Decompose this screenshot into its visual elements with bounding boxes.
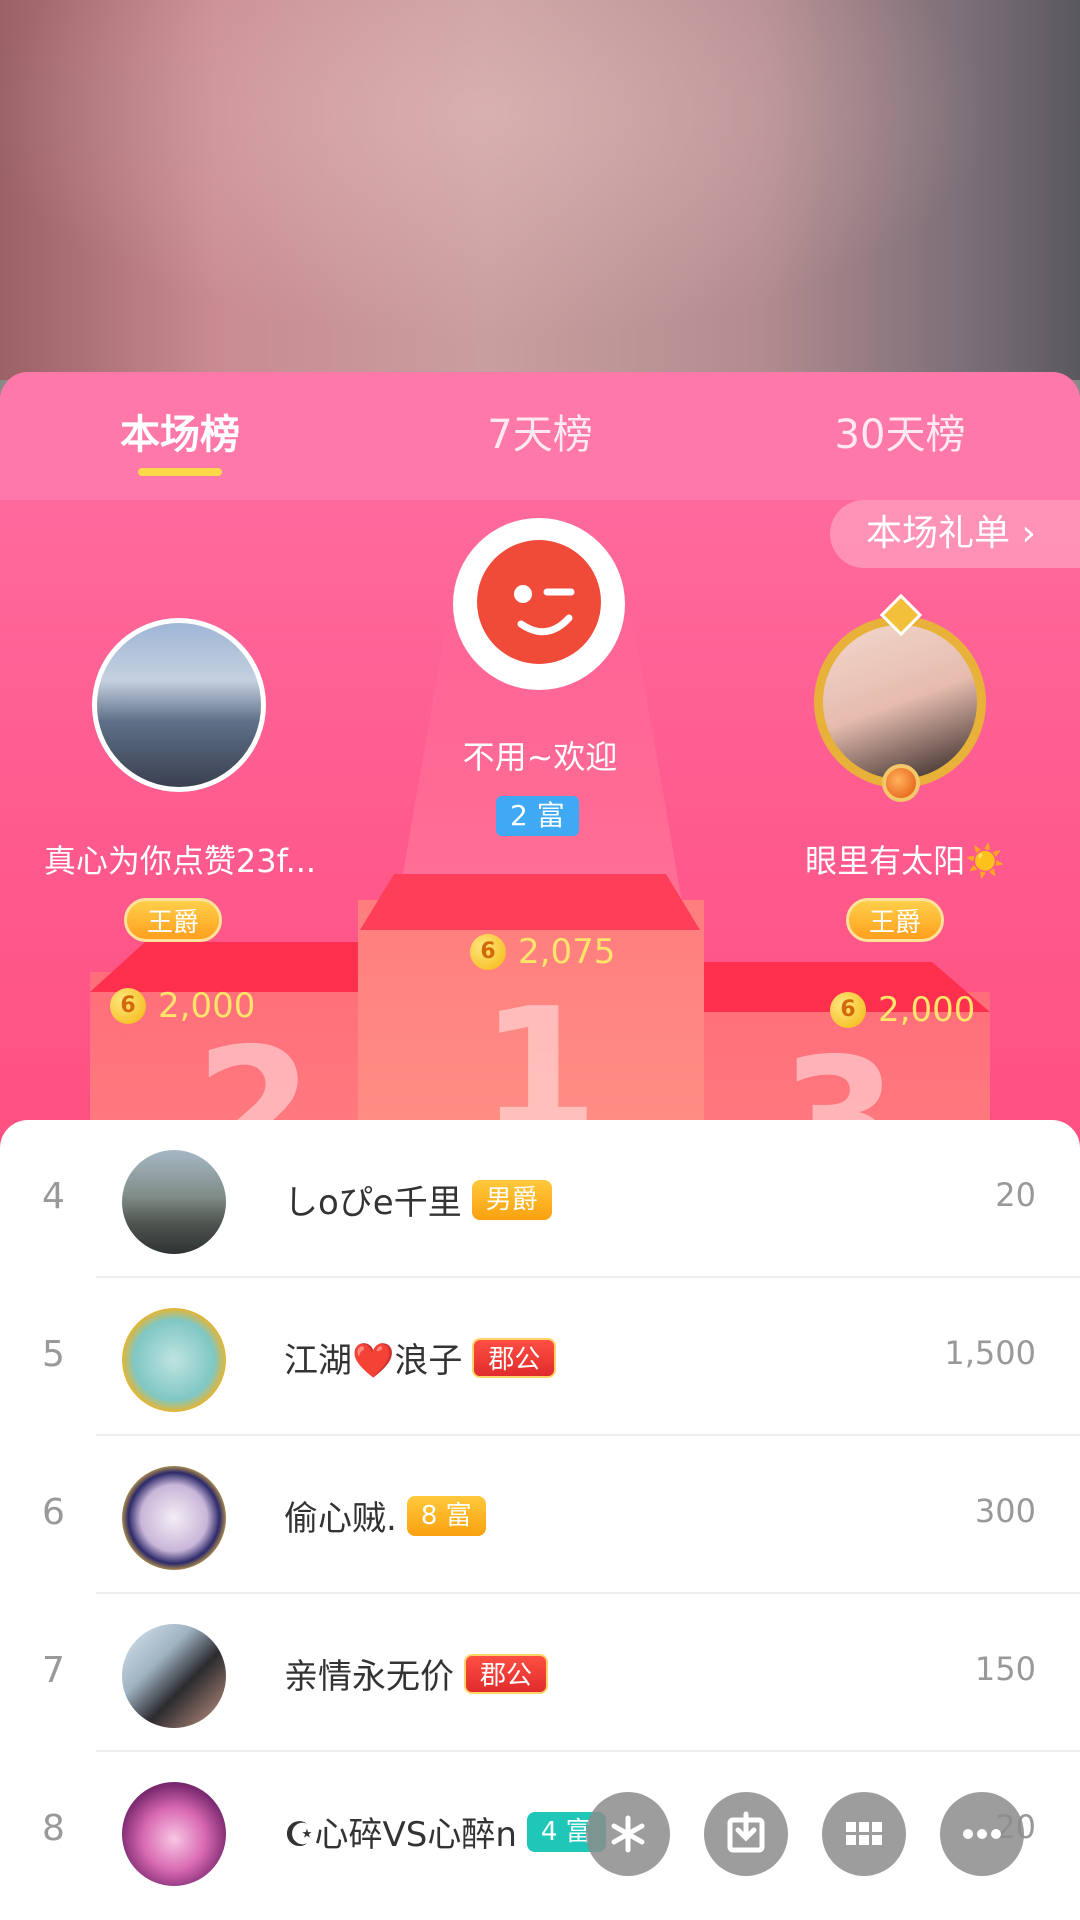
podium-second-top bbox=[90, 942, 365, 992]
more-icon bbox=[963, 1829, 1001, 1839]
third-place-name: 眼里有太阳☀️ bbox=[805, 842, 1005, 880]
active-tab-indicator bbox=[138, 468, 222, 476]
first-place-wealth-badge: 2 富 bbox=[496, 796, 579, 836]
second-place-coins: 6 2,000 bbox=[110, 986, 255, 1026]
wealth-badge: 8 富 bbox=[406, 1495, 486, 1536]
avatar[interactable] bbox=[122, 1466, 226, 1570]
ranking-list: 4 しoぴe千里 男爵 20 5 江湖❤️浪子 郡公 1,500 6 偷心贼. … bbox=[0, 1120, 1080, 1920]
rank-number: 6 bbox=[42, 1492, 65, 1533]
frame-gem-icon bbox=[882, 764, 920, 802]
list-item-name-group: ☪心碎VS心醉n 4 富 bbox=[284, 1807, 606, 1856]
wink-face-icon bbox=[477, 540, 601, 664]
rank-number: 5 bbox=[42, 1334, 65, 1375]
video-background bbox=[0, 0, 1080, 380]
title-badge: 郡公 bbox=[464, 1653, 549, 1694]
first-place-name: 不用~欢迎 bbox=[462, 738, 618, 776]
first-place-coin-value: 2,075 bbox=[518, 932, 616, 972]
third-place-title-badge: 王爵 bbox=[846, 898, 945, 942]
rank-number: 7 bbox=[42, 1650, 65, 1691]
third-place-coins: 6 2,000 bbox=[830, 990, 975, 1030]
more-button[interactable] bbox=[940, 1792, 1024, 1876]
avatar[interactable] bbox=[122, 1624, 226, 1728]
list-item-name: 亲情永无价 bbox=[284, 1657, 454, 1697]
tab-this-session[interactable]: 本场榜 bbox=[50, 402, 310, 460]
list-item-value: 300 bbox=[974, 1492, 1036, 1530]
avatar[interactable] bbox=[122, 1150, 226, 1254]
tab-30-days[interactable]: 30天榜 bbox=[770, 402, 1030, 460]
list-item[interactable]: 6 偷心贼. 8 富 300 bbox=[0, 1436, 1080, 1594]
list-item-name: 偷心贼. bbox=[284, 1499, 397, 1539]
rank-number: 8 bbox=[42, 1808, 65, 1849]
sparkle-icon bbox=[611, 1815, 645, 1853]
list-item-name-group: 江湖❤️浪子 郡公 bbox=[284, 1333, 557, 1382]
avatar[interactable] bbox=[122, 1782, 226, 1886]
list-item[interactable]: 4 しoぴe千里 男爵 20 bbox=[0, 1120, 1080, 1278]
grid-button[interactable] bbox=[822, 1792, 906, 1876]
download-button[interactable] bbox=[704, 1792, 788, 1876]
coin-icon: 6 bbox=[110, 988, 146, 1024]
list-item-name: 江湖❤️浪子 bbox=[284, 1341, 463, 1381]
second-place-title-badge: 王爵 bbox=[124, 898, 223, 942]
coin-icon: 6 bbox=[470, 934, 506, 970]
third-place-avatar[interactable] bbox=[814, 616, 986, 788]
sparkle-button[interactable] bbox=[586, 1792, 670, 1876]
list-item-value: 1,500 bbox=[944, 1334, 1036, 1372]
list-item-name: ☪心碎VS心醉n bbox=[284, 1815, 517, 1855]
title-badge: 男爵 bbox=[471, 1179, 552, 1220]
second-place-coin-value: 2,000 bbox=[158, 986, 256, 1026]
first-place-avatar[interactable] bbox=[453, 518, 625, 690]
first-place-coins: 6 2,075 bbox=[470, 932, 615, 972]
list-item-name: しoぴe千里 bbox=[284, 1183, 462, 1223]
coin-icon: 6 bbox=[830, 992, 866, 1028]
list-item-name-group: 偷心贼. 8 富 bbox=[284, 1491, 486, 1540]
avatar[interactable] bbox=[122, 1308, 226, 1412]
list-item-value: 150 bbox=[974, 1650, 1036, 1688]
session-gift-list-button[interactable]: 本场礼单 › bbox=[830, 500, 1080, 568]
list-item[interactable]: 7 亲情永无价 郡公 150 bbox=[0, 1594, 1080, 1752]
title-badge: 郡公 bbox=[472, 1337, 557, 1378]
list-item-value: 20 bbox=[995, 1176, 1036, 1214]
list-item[interactable]: 5 江湖❤️浪子 郡公 1,500 bbox=[0, 1278, 1080, 1436]
download-icon bbox=[727, 1811, 765, 1853]
list-item-name-group: しoぴe千里 男爵 bbox=[284, 1175, 552, 1224]
rank-number: 4 bbox=[42, 1176, 65, 1217]
tab-7-days[interactable]: 7天榜 bbox=[410, 402, 670, 460]
list-item[interactable]: 8 ☪心碎VS心醉n 4 富 20 bbox=[0, 1752, 1080, 1910]
second-place-avatar[interactable] bbox=[92, 618, 266, 792]
grid-icon bbox=[846, 1822, 882, 1845]
second-place-name: 真心为你点赞23f... bbox=[43, 842, 317, 880]
third-place-coin-value: 2,000 bbox=[878, 990, 976, 1030]
list-item-name-group: 亲情永无价 郡公 bbox=[284, 1649, 549, 1698]
tab-bar: 本场榜 7天榜 30天榜 bbox=[0, 372, 1080, 500]
podium-first-top bbox=[360, 874, 700, 930]
